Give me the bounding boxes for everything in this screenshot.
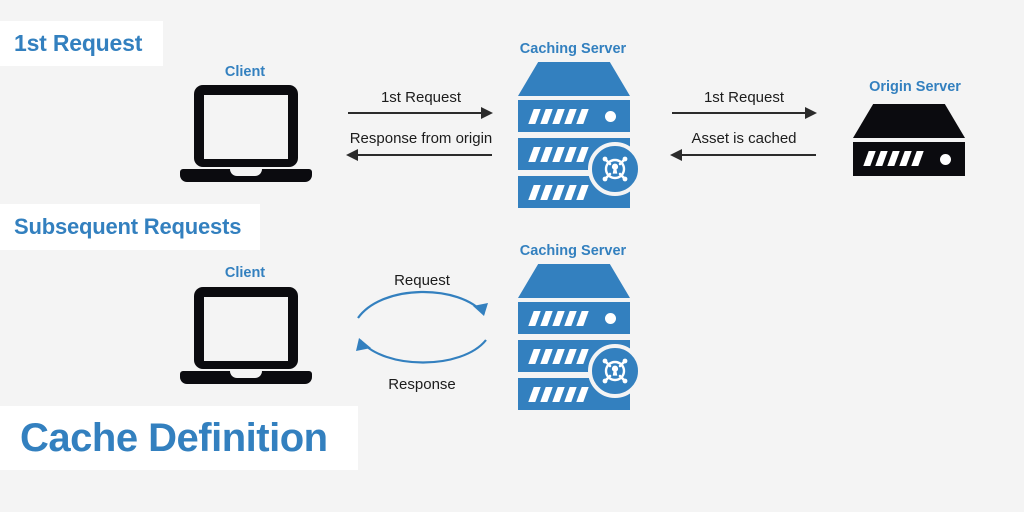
arrow-right-icon-head — [805, 107, 817, 119]
row1-origin-server-caption: Origin Server — [869, 79, 961, 95]
origin-server-icon — [853, 104, 978, 176]
laptop-icon — [180, 85, 312, 182]
laptop-notch — [230, 371, 262, 378]
server-led-icon — [605, 111, 616, 122]
page-title-label: Cache Definition — [20, 415, 328, 460]
server-led-icon — [605, 313, 616, 324]
server-top-icon — [518, 62, 630, 96]
arrow-right-icon — [348, 112, 482, 114]
server-vents-icon — [528, 185, 589, 200]
arrow-right-icon — [672, 112, 806, 114]
server-vents-icon — [528, 349, 589, 364]
cache-lock-badge-icon — [588, 344, 642, 398]
arrow-label-client-to-cache: 1st Request — [380, 89, 462, 106]
server-vents-icon — [528, 387, 589, 402]
server-top-icon — [853, 104, 965, 138]
arrow-left-icon — [358, 154, 492, 156]
laptop-screen — [204, 297, 288, 361]
curved-arrow-icon — [352, 270, 492, 380]
laptop-lid — [194, 287, 298, 369]
row1-client-caption: Client — [224, 64, 266, 80]
server-led-icon — [940, 154, 951, 165]
laptop-icon — [180, 287, 312, 384]
arrow-left-icon-head — [346, 149, 358, 161]
server-vents-icon — [528, 109, 589, 124]
laptop-lid — [194, 85, 298, 167]
server-top-icon — [518, 264, 630, 298]
diagram-canvas: 1st Request Subsequent Requests Cache De… — [0, 0, 1024, 512]
server-bar — [518, 100, 630, 132]
curve-label-response: Response — [388, 376, 456, 393]
row1-caching-server-caption: Caching Server — [519, 41, 627, 57]
arrow-label-cache-to-origin: 1st Request — [703, 89, 785, 106]
arrow-left-icon-head — [670, 149, 682, 161]
section-banner-subsequent-requests: Subsequent Requests — [0, 204, 260, 250]
server-stack-icon — [518, 264, 643, 410]
server-vents-icon — [863, 151, 924, 166]
row2-client-caption: Client — [224, 265, 266, 281]
server-stack-icon — [518, 62, 643, 208]
arrow-right-icon-head — [481, 107, 493, 119]
row2-caching-server-caption: Caching Server — [519, 243, 627, 259]
cache-lock-badge-icon — [588, 142, 642, 196]
server-bar — [853, 142, 965, 176]
section-banner-subsequent-requests-label: Subsequent Requests — [14, 214, 242, 239]
section-banner-first-request-label: 1st Request — [14, 30, 143, 56]
arrow-label-cache-to-client: Response from origin — [349, 130, 493, 147]
arrow-label-origin-to-cache: Asset is cached — [691, 130, 797, 147]
section-banner-first-request: 1st Request — [0, 21, 163, 66]
page-title: Cache Definition — [0, 406, 358, 470]
laptop-screen — [204, 95, 288, 159]
laptop-notch — [230, 169, 262, 176]
server-vents-icon — [528, 147, 589, 162]
arrow-left-icon — [682, 154, 816, 156]
server-vents-icon — [528, 311, 589, 326]
server-bar — [518, 302, 630, 334]
